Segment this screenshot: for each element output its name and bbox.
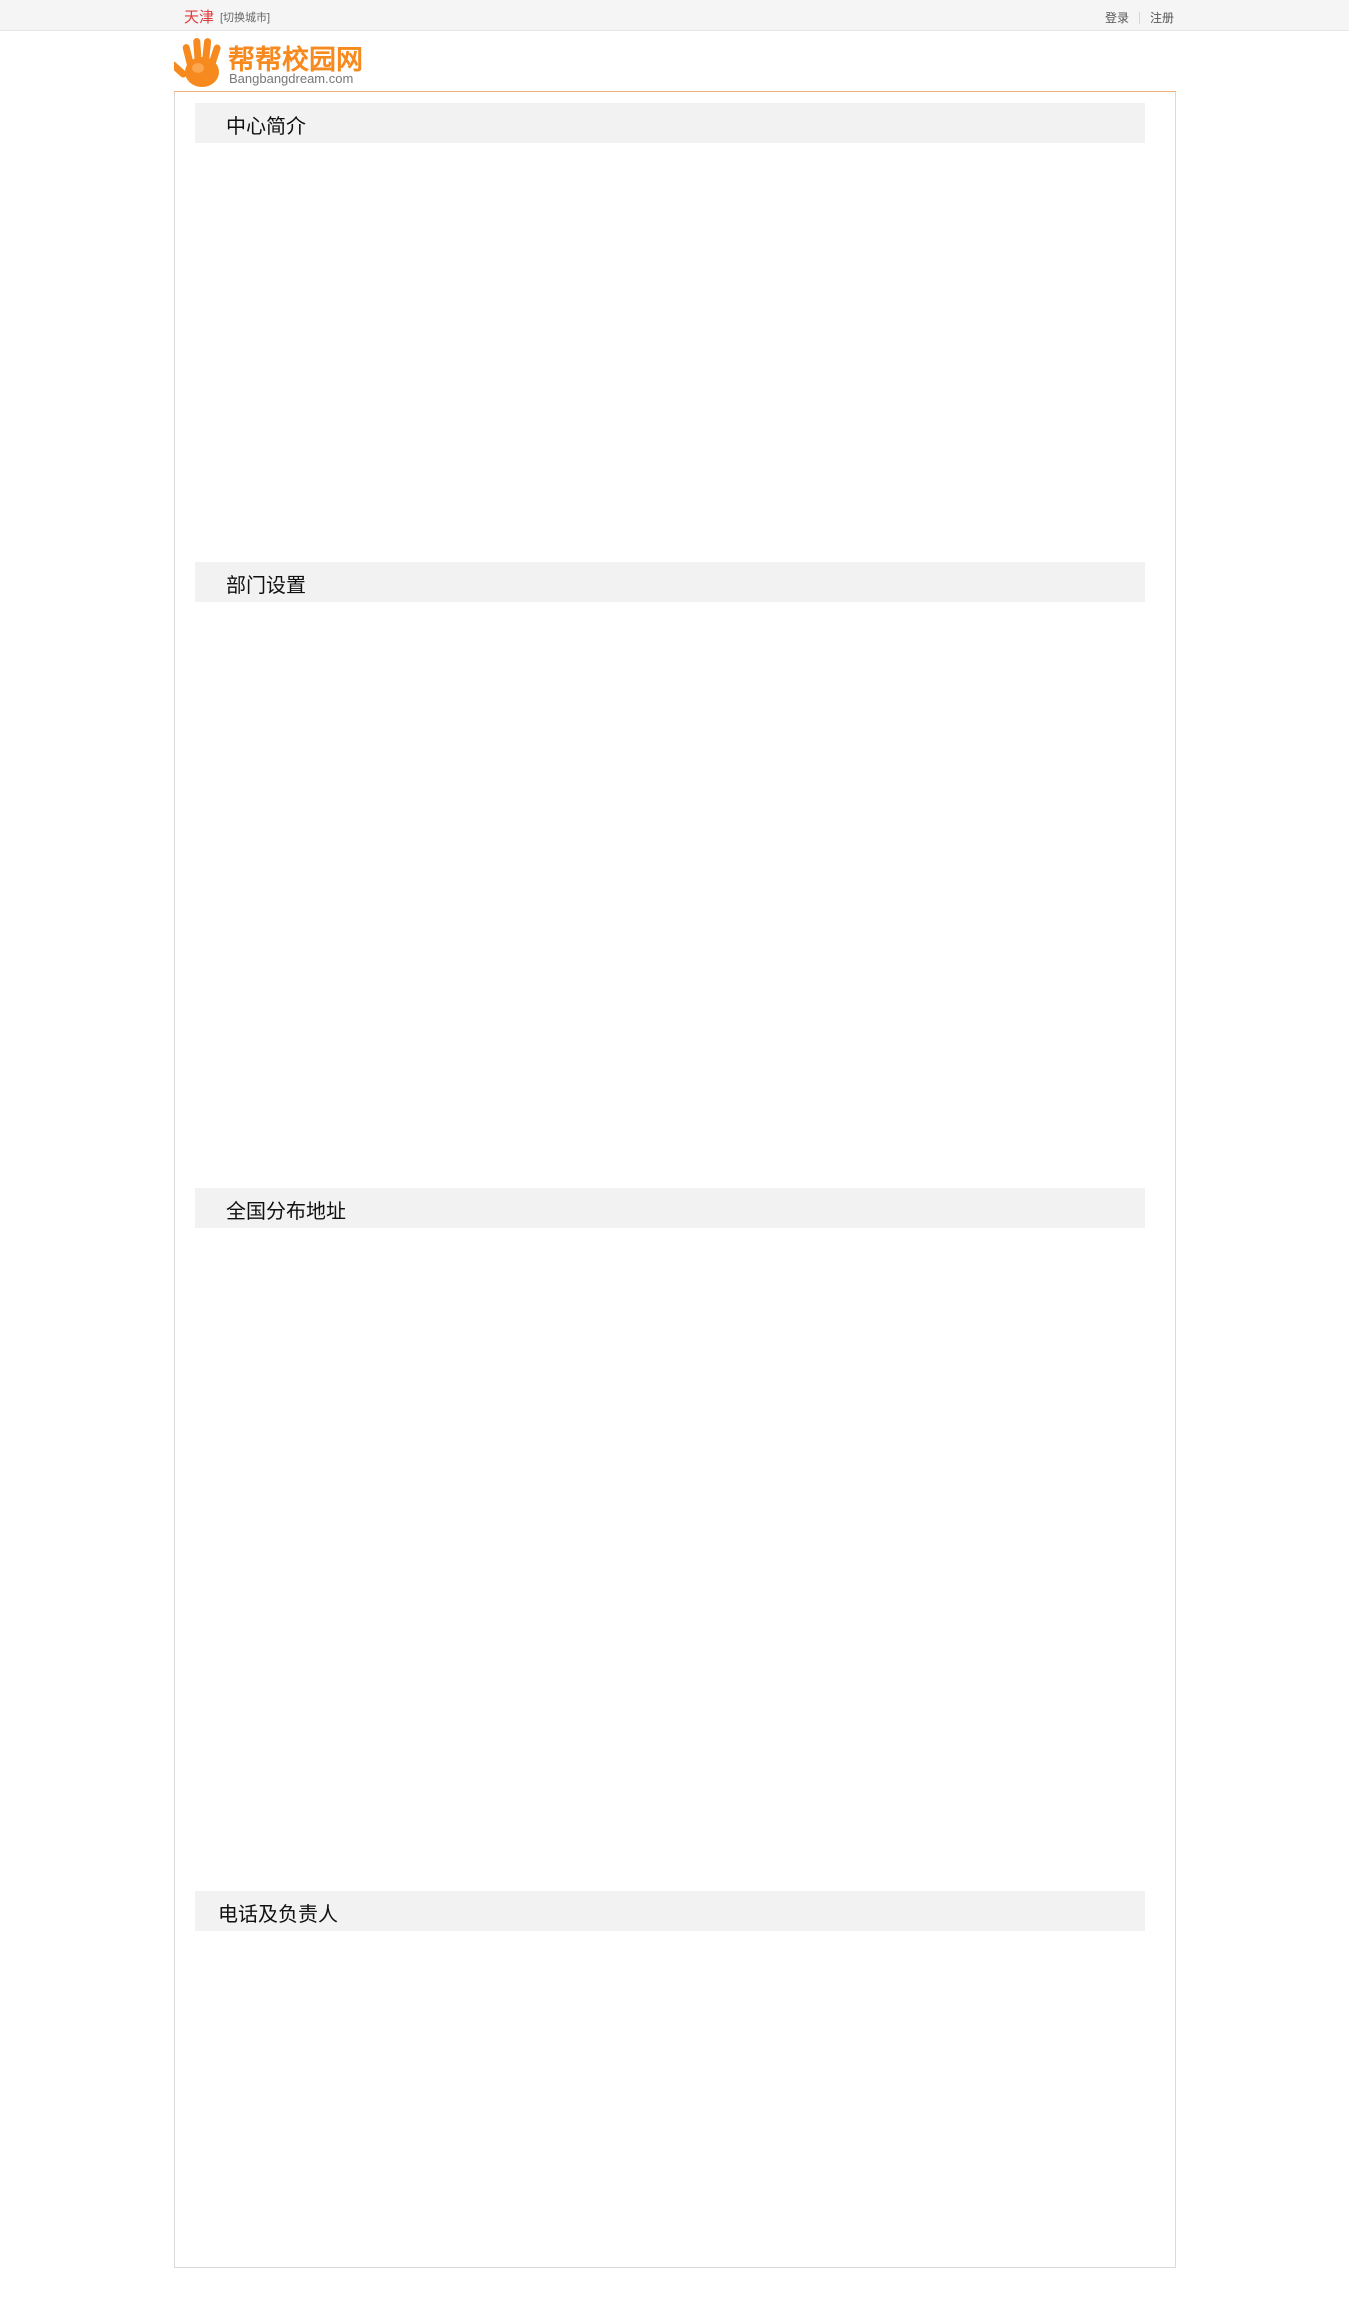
logo-domain: Bangbangdream.com [229,71,354,86]
register-link[interactable]: 注册 [1150,9,1174,26]
top-bar-inner: 天津 [切换城市] 登录 注册 [174,0,1176,31]
section-contacts: 电话及负责人 [195,1891,1145,1931]
header: 帮帮校园网 Bangbangdream.com [174,31,1176,92]
login-link[interactable]: 登录 [1105,9,1129,26]
current-city: 天津 [184,9,215,26]
section-departments: 部门设置 [195,562,1145,602]
auth-links: 登录 注册 [1105,9,1174,26]
section-intro: 中心简介 [195,103,1145,143]
switch-city-link[interactable]: [切换城市] [220,9,270,25]
section-title: 中心简介 [226,114,306,138]
section-title: 全国分布地址 [226,1199,346,1223]
main-content: 中心简介 部门设置 全国分布地址 电话及负责人 [174,92,1176,2268]
section-title: 部门设置 [226,573,306,597]
section-title: 电话及负责人 [218,1902,338,1926]
site-logo[interactable]: 帮帮校园网 Bangbangdream.com [174,34,374,90]
orange-hand-icon [174,37,221,87]
auth-divider [1138,11,1140,24]
section-locations: 全国分布地址 [195,1188,1145,1228]
top-bar: 天津 [切换城市] 登录 注册 [0,0,1349,31]
